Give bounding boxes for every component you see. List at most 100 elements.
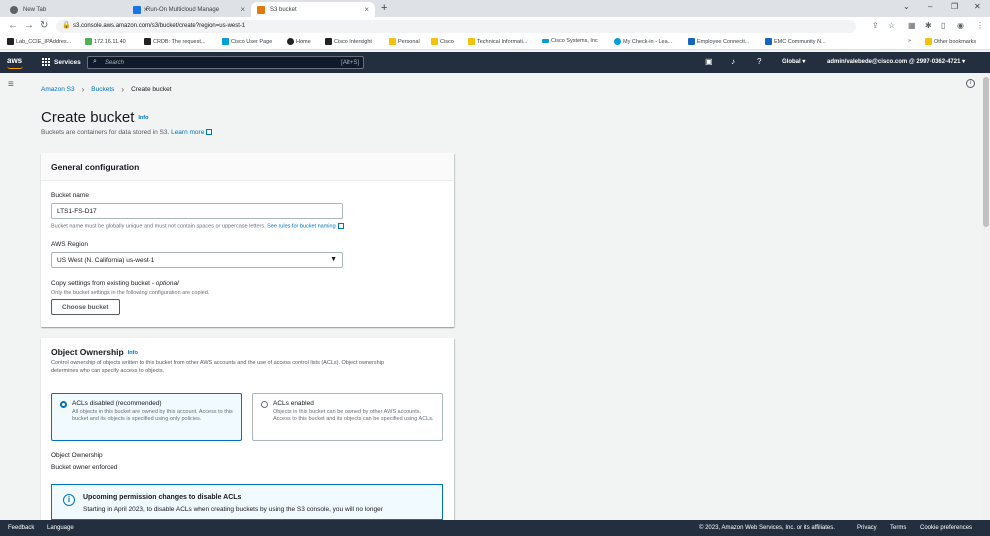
tab-title: New Tab <box>23 6 47 13</box>
external-link-icon <box>206 129 213 136</box>
acls-enabled-option[interactable]: ACLs enabled Objects in this bucket can … <box>252 393 443 441</box>
aws-smile-icon <box>7 66 23 69</box>
share-icon[interactable]: ⇪ <box>872 21 879 30</box>
account-menu[interactable]: admin/valebede@cisco.com @ 2997-0362-472… <box>827 58 965 65</box>
bookmark-item[interactable]: Lab_CCIE_IPAddres... <box>7 38 71 45</box>
minimize-icon[interactable]: – <box>928 2 932 11</box>
ownership-description-cont: determines who can specify access to obj… <box>51 368 165 374</box>
menu-icon[interactable]: ⋮ <box>976 21 984 30</box>
aws-search-input[interactable]: ⌕ Search [Alt+S] <box>87 56 364 69</box>
restore-icon[interactable]: ❐ <box>951 2 958 11</box>
terms-link[interactable]: Terms <box>890 525 906 531</box>
object-ownership-label: Object Ownership <box>51 452 103 459</box>
hamburger-menu-icon[interactable]: ≡ <box>8 79 14 90</box>
bookmark-item[interactable]: Cisco Systems, Inc <box>542 38 598 44</box>
info-link[interactable]: Info <box>128 350 138 356</box>
copy-settings-hint: Only the bucket settings in the followin… <box>51 290 210 296</box>
scrollbar-thumb[interactable] <box>983 77 989 227</box>
bookmark-icon <box>614 38 621 45</box>
url-text: s3.console.aws.amazon.com/s3/bucket/crea… <box>73 23 246 29</box>
bell-icon[interactable]: ♪ <box>731 57 735 66</box>
bookmark-item[interactable]: My Check-in - Lea... <box>614 38 672 45</box>
bookmark-item[interactable]: Employee Connecti... <box>688 38 749 45</box>
back-icon[interactable]: ← <box>8 20 18 31</box>
feedback-link[interactable]: Feedback <box>8 525 34 531</box>
bookmark-item[interactable]: Cisco <box>431 38 454 45</box>
caret-down-icon: ▼ <box>330 256 337 263</box>
search-icon: ⌕ <box>93 58 97 65</box>
tab-title: Run-On Multicloud Manage <box>146 6 220 13</box>
bookmark-icon <box>542 39 549 43</box>
profile-icon[interactable]: ◉ <box>957 21 964 30</box>
new-tab-icon[interactable]: + <box>381 2 387 14</box>
services-menu[interactable]: Services <box>42 58 81 66</box>
url-input[interactable]: 🔒 s3.console.aws.amazon.com/s3/bucket/cr… <box>56 20 856 33</box>
cloudshell-icon[interactable]: ▣ <box>705 57 713 66</box>
bookmark-item[interactable]: CRDB: The request... <box>144 38 205 45</box>
close-window-icon[interactable]: ✕ <box>974 2 981 11</box>
breadcrumb-buckets[interactable]: Buckets <box>91 86 114 93</box>
breadcrumb-amazon-s3[interactable]: Amazon S3 <box>41 86 75 93</box>
radio-selected[interactable] <box>60 401 67 408</box>
lock-icon: 🔒 <box>62 22 71 29</box>
close-icon[interactable]: × <box>364 5 369 14</box>
object-ownership-panel: Object Ownership Info Control ownership o… <box>41 338 454 520</box>
bookmark-item[interactable]: 172.16.11.40 <box>85 38 126 45</box>
aws-logo[interactable]: aws <box>7 56 23 69</box>
bookmark-item[interactable]: EMC Community N... <box>765 38 826 45</box>
copyright-text: © 2023, Amazon Web Services, Inc. or its… <box>699 525 835 531</box>
page-title: Create bucket Info <box>41 109 149 126</box>
reload-icon[interactable]: ↻ <box>40 20 48 31</box>
cloud-icon <box>133 5 141 14</box>
choose-bucket-button[interactable]: Choose bucket <box>51 299 120 315</box>
tab-title: S3 bucket <box>270 6 297 13</box>
bookmark-icon <box>144 38 151 45</box>
other-bookmarks[interactable]: Other bookmarks <box>925 38 976 45</box>
help-icon[interactable]: ? <box>757 57 761 66</box>
bookmark-item[interactable]: Cisco Intersight <box>325 38 372 45</box>
s3-icon <box>257 5 265 14</box>
folder-icon <box>389 38 396 45</box>
alert-title: Upcoming permission changes to disable A… <box>83 494 242 501</box>
chevron-down-icon[interactable]: ⌄ <box>903 2 910 11</box>
info-panel-icon[interactable]: i <box>966 79 975 88</box>
extension-icon[interactable]: ▦ <box>908 21 916 30</box>
general-configuration-panel: General configuration Bucket name LTS1-F… <box>41 153 454 327</box>
folder-icon <box>925 38 932 45</box>
radio-unselected[interactable] <box>261 401 268 408</box>
aws-footer: Feedback Language © 2023, Amazon Web Ser… <box>0 520 990 536</box>
close-icon[interactable]: × <box>240 5 245 14</box>
bookmark-icon <box>222 38 229 45</box>
star-icon[interactable]: ☆ <box>888 21 895 30</box>
aws-region-label: AWS Region <box>51 241 88 248</box>
bookmark-item[interactable]: Technical Informati... <box>468 38 527 45</box>
bookmark-item[interactable]: Personal <box>389 38 420 45</box>
bookmark-item[interactable]: Cisco User Page <box>222 38 272 45</box>
privacy-link[interactable]: Privacy <box>857 525 877 531</box>
alert-body: Starting in April 2023, to disable ACLs … <box>83 506 383 513</box>
aws-top-nav: aws Services ⌕ Search [Alt+S] ▣ ♪ ? Glob… <box>0 52 990 73</box>
bucket-name-input[interactable]: LTS1-FS-D17 <box>51 203 343 219</box>
bookmarks-overflow[interactable]: » <box>908 38 911 44</box>
permission-changes-alert: i Upcoming permission changes to disable… <box>51 484 443 520</box>
info-link[interactable]: Info <box>138 115 148 121</box>
breadcrumb: Amazon S3 › Buckets › Create bucket <box>41 85 172 94</box>
forward-icon[interactable]: → <box>24 20 34 31</box>
sidepanel-icon[interactable]: ▯ <box>941 21 945 30</box>
bookmark-item[interactable]: Home <box>287 38 311 45</box>
browser-tab-bar: New Tab × Run-On Multicloud Manage × S3 … <box>0 0 990 17</box>
bookmark-icon <box>287 38 294 45</box>
tab-run-on-multicloud[interactable]: Run-On Multicloud Manage × <box>127 2 251 17</box>
tab-s3-bucket[interactable]: S3 bucket × <box>251 2 375 17</box>
acls-disabled-option[interactable]: ACLs disabled (recommended) All objects … <box>51 393 242 441</box>
language-link[interactable]: Language <box>47 525 74 531</box>
cookie-preferences-link[interactable]: Cookie preferences <box>920 525 972 531</box>
bucket-naming-rules-link[interactable]: See rules for bucket naming <box>267 223 335 229</box>
region-selector[interactable]: Global ▾ <box>782 58 805 65</box>
bookmark-icon <box>688 38 695 45</box>
aws-region-select[interactable]: US West (N. California) us-west-1 ▼ <box>51 252 343 268</box>
bookmark-icon <box>7 38 14 45</box>
page-scrollbar[interactable] <box>982 73 990 520</box>
puzzle-icon[interactable]: ✱ <box>925 21 932 30</box>
learn-more-link[interactable]: Learn more <box>171 129 204 136</box>
